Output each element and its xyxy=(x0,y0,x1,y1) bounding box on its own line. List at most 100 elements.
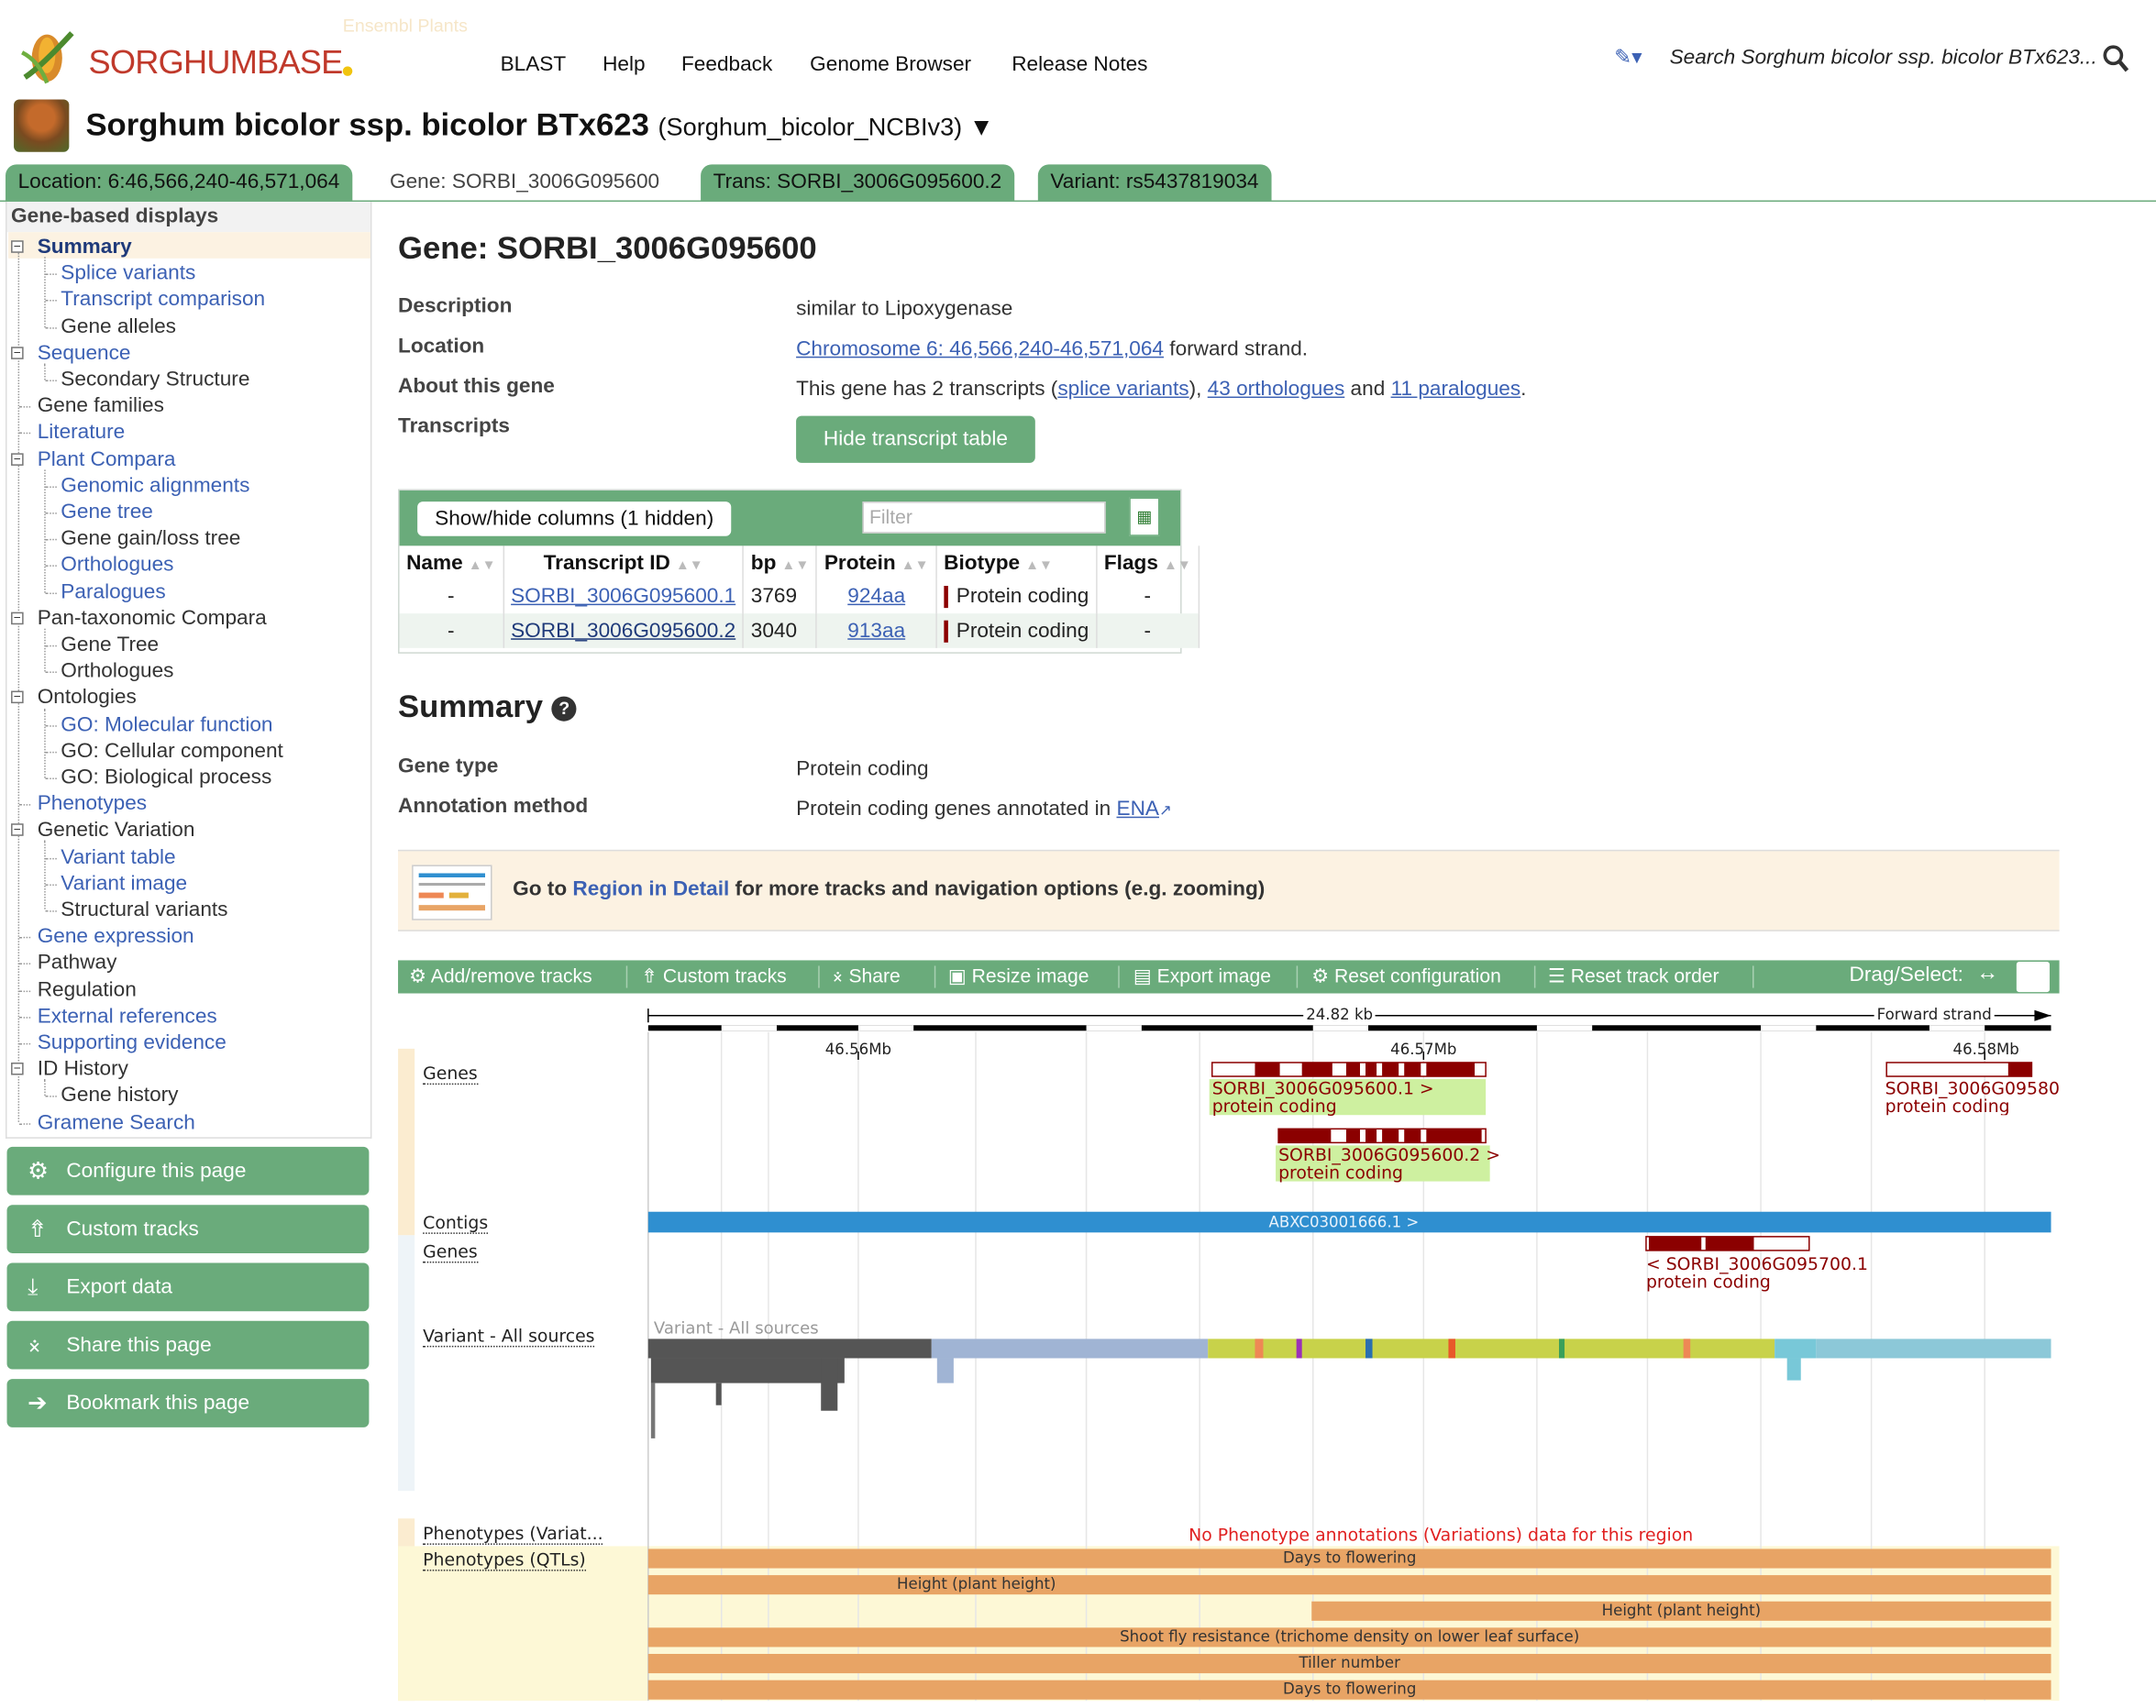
custom-tracks-toolbar-button[interactable]: ⇮ Custom tracks xyxy=(641,964,786,988)
share-page-button[interactable]: ⨰ Share this page xyxy=(6,1320,370,1370)
search-input[interactable]: Search Sorghum bicolor ssp. bicolor BTx6… xyxy=(1670,46,2095,70)
col-protein[interactable]: Protein ▲▼ xyxy=(816,545,937,579)
sidebar-item[interactable]: Sequence xyxy=(38,339,131,366)
paralogues-link[interactable]: 11 paralogues xyxy=(1391,377,1521,401)
col-biotype[interactable]: Biotype ▲▼ xyxy=(935,545,1098,579)
region-thumbnail-icon[interactable] xyxy=(412,865,492,920)
col-flags[interactable]: Flags ▲▼ xyxy=(1096,545,1200,579)
export-table-icon[interactable]: ▦ xyxy=(1129,497,1160,536)
sidebar-item[interactable]: Orthologues xyxy=(61,658,173,685)
track-label-genes[interactable]: Genes xyxy=(423,1063,478,1085)
collapse-toggle-icon[interactable]: − xyxy=(11,823,24,837)
configure-page-button[interactable]: ⚙ Configure this page xyxy=(6,1146,370,1196)
sidebar-item[interactable]: Gene expression xyxy=(38,923,194,950)
sidebar-item[interactable]: Pan-taxonomic Compara xyxy=(38,605,267,632)
sidebar-item[interactable]: Gene tree xyxy=(61,499,153,525)
sidebar-item[interactable]: Variant table xyxy=(61,843,175,870)
sidebar-item[interactable]: Pathway xyxy=(38,950,117,976)
sidebar-item[interactable]: Splice variants xyxy=(61,260,195,287)
bookmark-page-button[interactable]: ➔ Bookmark this page xyxy=(6,1379,370,1427)
sidebar-item[interactable]: Plant Compara xyxy=(38,446,176,472)
qtl-bar[interactable]: Tiller number xyxy=(647,1653,2051,1674)
sidebar-item[interactable]: Gene history xyxy=(61,1083,178,1109)
select-mode-toggle[interactable] xyxy=(2016,961,2051,993)
nav-genome-browser[interactable]: Genome Browser xyxy=(810,52,971,76)
region-in-detail-link[interactable]: Region in Detail xyxy=(572,877,729,901)
qtl-bar[interactable]: Height (plant height) xyxy=(647,1575,2051,1595)
sidebar-item[interactable]: Supporting evidence xyxy=(38,1030,227,1056)
track-label-phenotypes-qtls[interactable]: Phenotypes (QTLs) xyxy=(423,1548,586,1571)
collapse-toggle-icon[interactable]: − xyxy=(11,690,24,704)
location-link[interactable]: Chromosome 6: 46,566,240-46,571,064 xyxy=(796,337,1164,361)
track-label-contigs[interactable]: Contigs xyxy=(423,1212,489,1234)
tab-gene[interactable]: Gene: SORBI_3006G095600 xyxy=(377,164,671,200)
sidebar-item[interactable]: GO: Cellular component xyxy=(61,737,283,764)
sidebar-item[interactable]: Gene families xyxy=(38,392,164,419)
collapse-toggle-icon[interactable]: − xyxy=(11,452,24,466)
ena-link[interactable]: ENA xyxy=(1117,798,1159,821)
collapse-toggle-icon[interactable]: − xyxy=(11,239,24,253)
sidebar-item[interactable]: Literature xyxy=(38,419,126,446)
share-image-button[interactable]: ⨰ Share xyxy=(832,964,901,988)
transcript-id-link[interactable]: SORBI_3006G095600.2 xyxy=(511,619,735,643)
tab-location[interactable]: Location: 6:46,566,240-46,571,064 xyxy=(6,164,352,201)
gene-label[interactable]: SORBI_3006G095600.2 > protein coding xyxy=(1276,1145,1500,1182)
filter-input[interactable]: Filter xyxy=(862,501,1106,534)
protein-link[interactable]: 913aa xyxy=(847,619,905,643)
sidebar-item[interactable]: GO: Molecular function xyxy=(61,711,272,738)
sidebar-item[interactable]: ID History xyxy=(38,1056,128,1083)
reset-track-order-button[interactable]: ☰ Reset track order xyxy=(1548,964,1719,988)
export-data-button[interactable]: ⤓ Export data xyxy=(6,1262,370,1312)
gene-label[interactable]: SORBI_3006G09580 protein coding xyxy=(1885,1079,2060,1115)
sorghumbase-logo[interactable]: SORGHUMBASE xyxy=(17,25,362,94)
gene-label[interactable]: < SORBI_3006G095700.1 protein coding xyxy=(1646,1254,1868,1290)
col-bp[interactable]: bp ▲▼ xyxy=(743,545,818,579)
assembly-selector[interactable]: (Sorghum_bicolor_NCBIv3) ▼ xyxy=(658,114,994,141)
sidebar-item[interactable]: Variant image xyxy=(61,870,187,897)
search-filter-icon[interactable]: ✎▾ xyxy=(1614,44,1642,70)
resize-image-button[interactable]: ▣ Resize image xyxy=(948,964,1089,988)
sidebar-item[interactable]: Ontologies xyxy=(38,685,137,711)
qtl-bar[interactable]: Shoot fly resistance (trichome density o… xyxy=(647,1627,2051,1647)
search-icon[interactable] xyxy=(2102,44,2129,74)
collapse-toggle-icon[interactable]: − xyxy=(11,346,24,359)
splice-variants-link[interactable]: splice variants xyxy=(1057,377,1189,401)
sidebar-item[interactable]: Gene gain/loss tree xyxy=(61,525,240,552)
sidebar-item[interactable]: Regulation xyxy=(38,976,137,1003)
genome-image[interactable]: 24.82 kb Forward strand 46.56Mb 46.57Mb … xyxy=(398,993,2060,1702)
sidebar-item[interactable]: Gene alleles xyxy=(61,313,176,339)
help-icon[interactable]: ? xyxy=(551,696,577,722)
track-label-variants[interactable]: Variant - All sources xyxy=(423,1325,595,1348)
track-label-genes-reverse[interactable]: Genes xyxy=(423,1240,478,1263)
track-label-phenotypes-variations[interactable]: Phenotypes (Variat... xyxy=(423,1523,603,1545)
sidebar-item[interactable]: GO: Biological process xyxy=(61,764,271,790)
sidebar-item[interactable]: Transcript comparison xyxy=(61,287,265,314)
sidebar-item[interactable]: External references xyxy=(38,1003,217,1030)
qtl-bar[interactable]: Days to flowering xyxy=(647,1548,2051,1569)
nav-help[interactable]: Help xyxy=(603,52,646,76)
sidebar-item[interactable]: Genetic Variation xyxy=(38,817,195,843)
gene-label[interactable]: SORBI_3006G095600.1 > protein coding xyxy=(1209,1079,1487,1116)
qtl-bar[interactable]: Height (plant height) xyxy=(1311,1601,2051,1621)
hide-transcript-table-button[interactable]: Hide transcript table xyxy=(796,415,1035,463)
species-title[interactable]: Sorghum bicolor ssp. bicolor BTx623 (Sor… xyxy=(85,106,993,144)
transcript-id-link[interactable]: SORBI_3006G095600.1 xyxy=(511,585,735,609)
tab-variant[interactable]: Variant: rs5437819034 xyxy=(1037,164,1272,201)
sidebar-item[interactable]: Secondary Structure xyxy=(61,366,249,392)
sidebar-item[interactable]: Phenotypes xyxy=(38,790,147,817)
nav-release-notes[interactable]: Release Notes xyxy=(1012,52,1147,76)
sidebar-item[interactable]: Gene Tree xyxy=(61,632,159,658)
qtl-bar[interactable]: Days to flowering xyxy=(647,1680,2051,1700)
export-image-button[interactable]: ▤ Export image xyxy=(1133,964,1271,988)
contig-label[interactable]: ABXC03001666.1 > xyxy=(1269,1213,1420,1231)
protein-link[interactable]: 924aa xyxy=(847,585,905,609)
sidebar-item[interactable]: Orthologues xyxy=(61,552,173,579)
search-box[interactable]: ✎▾ Search Sorghum bicolor ssp. bicolor B… xyxy=(1614,44,2139,77)
col-name[interactable]: Name ▲▼ xyxy=(399,545,504,579)
collapse-toggle-icon[interactable]: − xyxy=(11,1062,24,1075)
nav-feedback[interactable]: Feedback xyxy=(681,52,772,76)
reset-configuration-button[interactable]: ⚙ Reset configuration xyxy=(1311,964,1501,988)
collapse-toggle-icon[interactable]: − xyxy=(11,612,24,624)
nav-blast[interactable]: BLAST xyxy=(501,52,567,76)
sidebar-item[interactable]: Structural variants xyxy=(61,897,227,923)
